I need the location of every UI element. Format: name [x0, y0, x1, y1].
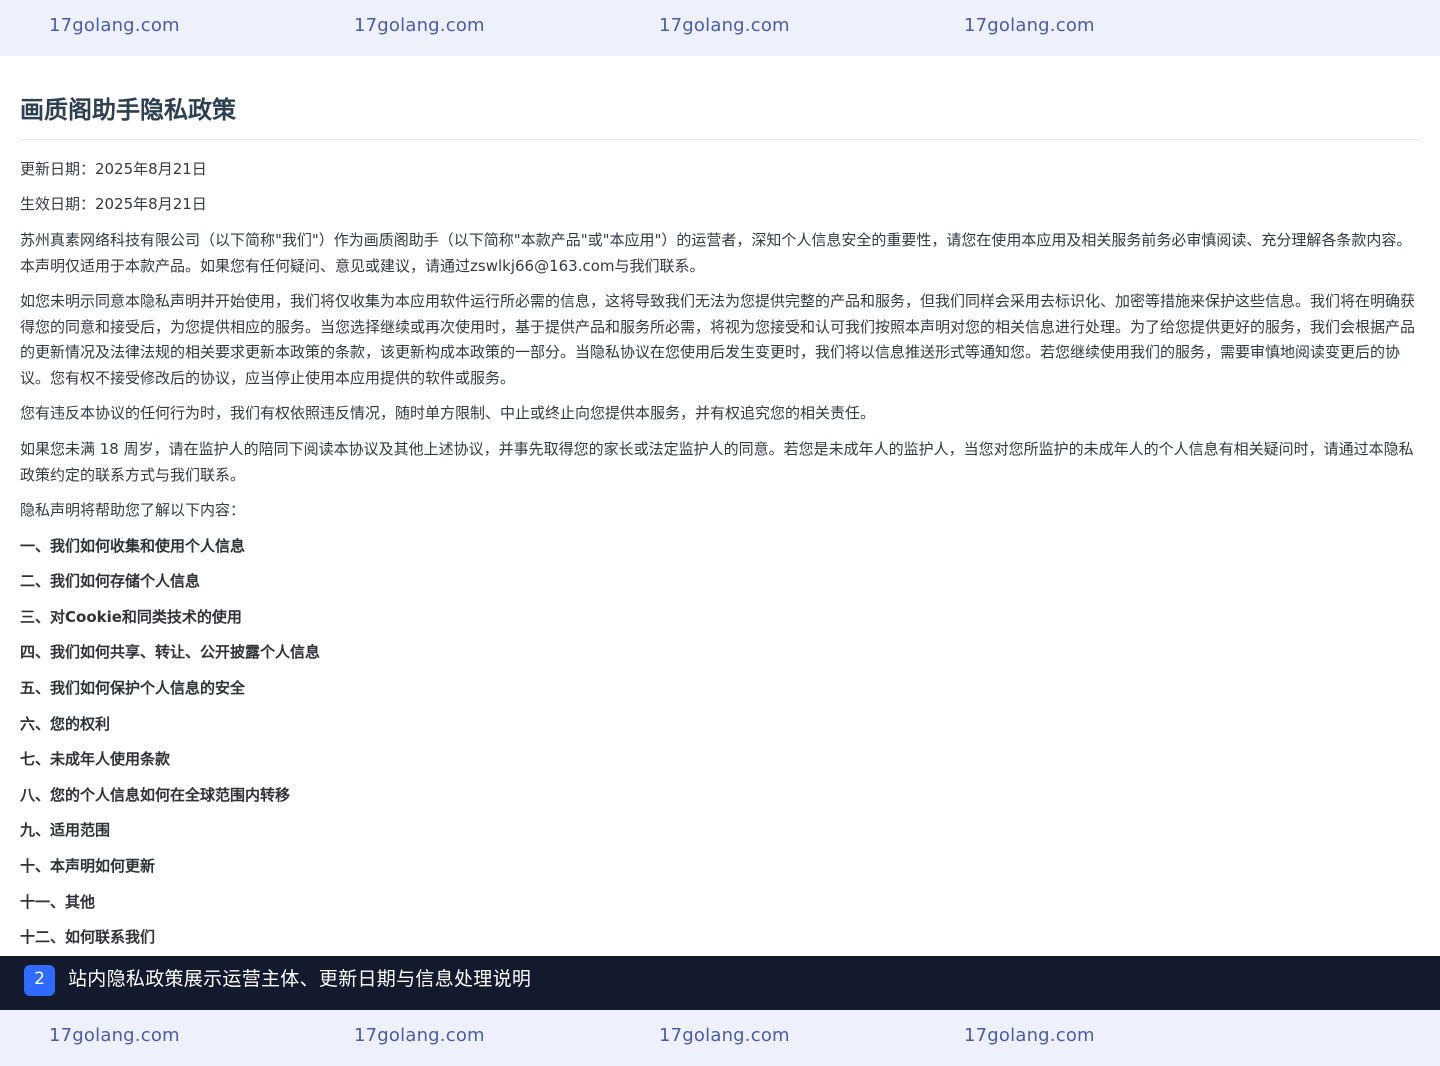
caption-bar: 2 站内隐私政策展示运营主体、更新日期与信息处理说明 — [0, 956, 1440, 1010]
watermark-text: 17golang.com — [659, 15, 790, 36]
watermark-text: 17golang.com — [659, 1025, 790, 1046]
minor-paragraph: 如果您未满 18 周岁，请在监护人的陪同下阅读本协议及其他上述协议，并事先取得您… — [20, 440, 1414, 484]
watermark-text: 17golang.com — [49, 1025, 180, 1046]
top-watermark-bar: 17golang.com 17golang.com 17golang.com 1… — [0, 0, 1440, 56]
section-item: 五、我们如何保护个人信息的安全 — [20, 679, 246, 697]
consent-paragraph: 如您未明示同意本隐私声明并开始使用，我们将仅收集为本应用软件运行所必需的信息，这… — [20, 292, 1416, 387]
section-item: 十、本声明如何更新 — [20, 857, 156, 875]
section-item: 六、您的权利 — [20, 715, 111, 733]
section-item: 九、适用范围 — [20, 821, 111, 839]
privacy-policy-content: 画质阁助手隐私政策 更新日期：2025年8月21日 生效日期：2025年8月21… — [20, 56, 1420, 956]
section-item: 七、未成年人使用条款 — [20, 750, 171, 768]
update-date: 更新日期：2025年8月21日 — [20, 160, 207, 178]
watermark-text: 17golang.com — [354, 1025, 485, 1046]
page-title: 画质阁助手隐私政策 — [20, 96, 236, 124]
effective-date: 生效日期：2025年8月21日 — [20, 195, 207, 213]
section-item: 一、我们如何收集和使用个人信息 — [20, 537, 246, 555]
section-item: 十一、其他 — [20, 893, 96, 911]
section-item: 十二、如何联系我们 — [20, 928, 156, 946]
section-item: 二、我们如何存储个人信息 — [20, 572, 201, 590]
watermark-text: 17golang.com — [964, 15, 1095, 36]
section-item: 四、我们如何共享、转让、公开披露个人信息 — [20, 643, 321, 661]
section-item: 八、您的个人信息如何在全球范围内转移 — [20, 786, 291, 804]
bottom-watermark-bar: 17golang.com 17golang.com 17golang.com 1… — [0, 1010, 1440, 1066]
title-divider — [20, 139, 1420, 140]
watermark-text: 17golang.com — [964, 1025, 1095, 1046]
watermark-text: 17golang.com — [49, 15, 180, 36]
intro-paragraph: 苏州真素网络科技有限公司（以下简称"我们"）作为画质阁助手（以下简称"本款产品"… — [20, 231, 1412, 275]
contents-intro: 隐私声明将帮助您了解以下内容： — [20, 501, 246, 519]
violation-paragraph: 您有违反本协议的任何行为时，我们有权依照违反情况，随时单方限制、中止或终止向您提… — [20, 404, 876, 422]
watermark-text: 17golang.com — [354, 15, 485, 36]
step-number-badge: 2 — [24, 965, 55, 996]
caption-text: 站内隐私政策展示运营主体、更新日期与信息处理说明 — [68, 968, 532, 990]
section-item: 三、对Cookie和同类技术的使用 — [20, 608, 242, 626]
